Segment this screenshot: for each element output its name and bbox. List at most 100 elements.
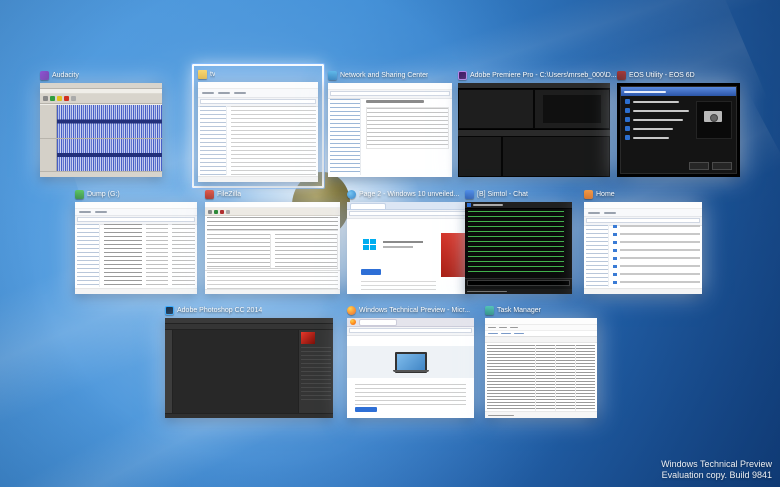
dialog-header xyxy=(621,87,736,96)
task-view-window-eos-utility[interactable]: EOS Utility - EOS 6D xyxy=(617,70,740,177)
task-view-window-simtol-chat[interactable]: [B] Simtol - Chat xyxy=(465,189,572,294)
navigation-pane xyxy=(200,106,227,175)
task-view-window-browser-page2[interactable]: Page 2 - Windows 10 unveiled... xyxy=(347,189,470,294)
ribbon-tab xyxy=(588,211,600,214)
window-title: FileZilla xyxy=(217,191,242,198)
file-list xyxy=(231,106,316,175)
desktop-background[interactable]: Audacity tv Network and Sharing Center A… xyxy=(0,0,780,487)
window-title: Windows Technical Preview - Micr... xyxy=(359,307,471,314)
window-thumbnail[interactable] xyxy=(205,202,340,294)
task-view-window-home-explorer[interactable]: Home xyxy=(584,189,702,294)
transport-toolbar xyxy=(40,94,162,104)
chat-statusbar xyxy=(465,289,572,294)
window-thumbnail[interactable] xyxy=(347,318,474,418)
window-title: Dump (G:) xyxy=(87,191,120,198)
window-label: Adobe Photoshop CC 2014 xyxy=(165,305,325,316)
window-thumbnail[interactable] xyxy=(198,82,318,182)
pause-button-icon xyxy=(43,96,48,101)
window-title: Network and Sharing Center xyxy=(340,72,429,79)
subhead-placeholder xyxy=(383,246,413,248)
network-icon xyxy=(328,71,337,80)
ribbon xyxy=(584,209,702,217)
play-button-icon xyxy=(50,96,55,101)
ribbon-tab xyxy=(604,211,616,214)
toolbar-icon xyxy=(208,209,212,214)
camera-image xyxy=(696,101,732,139)
process-list xyxy=(487,345,595,411)
window-label: EOS Utility - EOS 6D xyxy=(617,70,740,81)
drive-icon xyxy=(75,190,84,199)
hero-section xyxy=(347,346,474,378)
window-thumbnail[interactable] xyxy=(465,202,572,294)
ribbon-tab xyxy=(202,92,214,94)
tab-bar xyxy=(347,318,474,327)
window-label: Network and Sharing Center xyxy=(328,70,452,81)
preferences-button xyxy=(689,162,709,170)
file-list xyxy=(620,225,700,287)
titlebar xyxy=(485,318,597,325)
window-title: EOS Utility - EOS 6D xyxy=(629,72,695,79)
tab xyxy=(488,333,498,334)
window-thumbnail[interactable] xyxy=(485,318,597,418)
tab xyxy=(514,333,524,334)
titlebar xyxy=(465,202,572,209)
window-label: Task Manager xyxy=(485,305,597,316)
window-label: Adobe Premiere Pro - C:\Users\mrseb_000\… xyxy=(458,70,617,81)
window-thumbnail[interactable] xyxy=(617,83,740,177)
window-label: [B] Simtol - Chat xyxy=(465,189,572,200)
task-view-window-premiere[interactable]: Adobe Premiere Pro - C:\Users\mrseb_000\… xyxy=(458,70,617,177)
window-thumbnail[interactable] xyxy=(328,83,452,177)
ribbon xyxy=(198,89,318,98)
tab xyxy=(501,333,511,334)
task-view-window-task-manager[interactable]: Task Manager xyxy=(485,305,597,418)
track-area xyxy=(40,105,162,172)
toolbar-icon xyxy=(226,209,230,214)
browser-icon xyxy=(347,190,356,199)
chat-messages xyxy=(468,211,564,276)
control-panel-main xyxy=(363,97,452,177)
window-thumbnail[interactable] xyxy=(458,83,610,177)
ad-banner xyxy=(441,233,465,277)
window-thumbnail[interactable] xyxy=(75,202,197,294)
menu-item xyxy=(625,125,696,132)
file-date-column xyxy=(145,224,169,287)
window-thumbnail[interactable] xyxy=(347,202,470,294)
premiere-icon xyxy=(458,71,467,80)
watermark-line1: Windows Technical Preview xyxy=(661,459,772,469)
filezilla-icon xyxy=(205,190,214,199)
task-view-window-firefox[interactable]: Windows Technical Preview - Micr... xyxy=(347,305,474,418)
file-type-column xyxy=(172,224,196,287)
task-view-window-audacity[interactable]: Audacity xyxy=(40,70,162,177)
file-name-column xyxy=(104,224,142,287)
task-view-window-filezilla[interactable]: FileZilla xyxy=(205,189,340,294)
ribbon-tab xyxy=(79,211,91,213)
window-thumbnail[interactable] xyxy=(584,202,702,294)
local-pane xyxy=(207,234,271,268)
menu-item xyxy=(625,134,696,141)
download-button xyxy=(361,269,381,275)
audio-track xyxy=(40,138,162,172)
window-thumbnail[interactable] xyxy=(40,83,162,177)
task-view-window-photoshop[interactable]: Adobe Photoshop CC 2014 xyxy=(165,305,333,418)
task-view-window-dump-drive[interactable]: Dump (G:) xyxy=(75,189,197,294)
statusbar xyxy=(485,411,597,418)
folder-icon xyxy=(198,70,207,79)
heading-placeholder xyxy=(366,100,424,103)
toolbar-button-icon xyxy=(71,96,76,101)
file-panes xyxy=(205,232,340,271)
menu-item xyxy=(625,98,696,105)
task-view-window-network-sharing[interactable]: Network and Sharing Center xyxy=(328,70,452,177)
window-thumbnail[interactable] xyxy=(165,318,333,418)
titlebar xyxy=(75,202,197,209)
titlebar xyxy=(328,83,452,90)
audacity-icon xyxy=(40,71,49,80)
window-label: Page 2 - Windows 10 unveiled... xyxy=(347,189,470,200)
window-title: tv xyxy=(210,71,216,78)
window-title: Page 2 - Windows 10 unveiled... xyxy=(359,191,460,198)
tools-panel xyxy=(165,330,173,414)
task-view-window-tv[interactable]: tv xyxy=(191,63,325,189)
statusbar xyxy=(205,289,340,294)
window-label: Home xyxy=(584,189,702,200)
statusbar xyxy=(165,413,333,418)
chat-app-icon xyxy=(467,203,471,207)
